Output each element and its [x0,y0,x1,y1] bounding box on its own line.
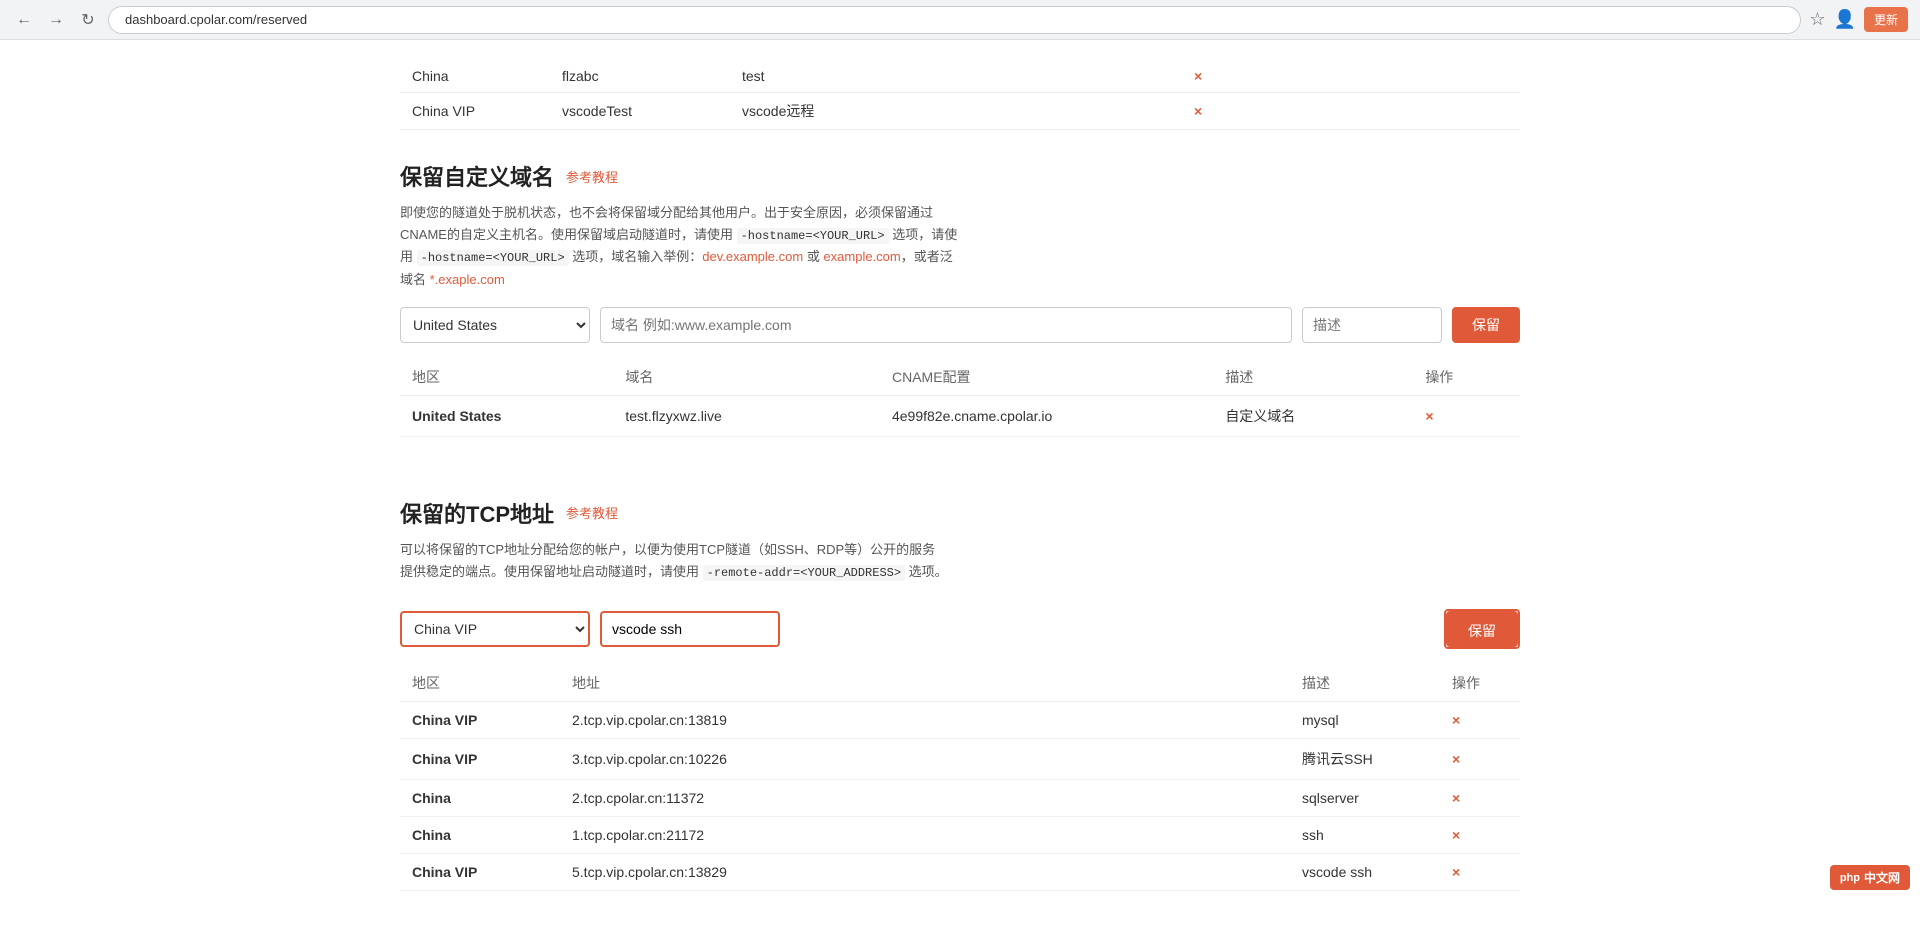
table-row: China flzabc test × [400,60,1520,93]
cell-address: 2.tcp.cpolar.cn:11372 [560,780,1290,817]
desc-input[interactable] [1302,307,1442,343]
tcp-form: China VIP China United States 保留 [400,609,1520,649]
browser-chrome: ← → ↻ dashboard.cpolar.com/reserved ☆ 👤 … [0,0,1920,40]
php-badge: php 中文网 [1830,865,1910,890]
tcp-ref-link[interactable]: 参考教程 [566,503,618,522]
delete-icon[interactable]: × [1425,408,1433,424]
cell-desc: sqlserver [1290,780,1440,817]
tcp-table: 地区 地址 描述 操作 China VIP 2.tcp.vip.cpolar.c… [400,665,1520,891]
cell-desc: test [730,60,930,93]
cell-desc: ssh [1290,817,1440,854]
cell-region: China VIP [400,93,550,130]
col-action-header: 操作 [1413,359,1520,396]
star-icon[interactable]: ☆ [1809,9,1825,30]
col-address-header: 地址 [560,665,1290,702]
region-select[interactable]: United States China China VIP [400,307,590,343]
table-row: China VIP vscodeTest vscode远程 × [400,93,1520,130]
cell-action [930,60,1182,93]
col-region-header: 地区 [400,359,613,396]
cell-desc: 腾讯云SSH [1290,739,1440,780]
tcp-desc-input[interactable] [600,611,780,647]
tcp-region-select[interactable]: China VIP China United States [400,611,590,647]
delete-icon[interactable]: × [1194,68,1202,84]
cell-action [930,93,1182,130]
cell-region: China VIP [400,739,560,780]
reload-button[interactable]: ↻ [76,8,100,32]
cell-region: China [400,780,560,817]
cell-region: United States [400,395,613,436]
table-row: China VIP 5.tcp.vip.cpolar.cn:13829 vsco… [400,854,1520,891]
domain-input[interactable] [600,307,1292,343]
cell-subdomain: vscodeTest [550,93,730,130]
delete-icon[interactable]: × [1452,751,1460,767]
delete-icon[interactable]: × [1452,712,1460,728]
cell-region: China VIP [400,854,560,891]
table-header-row: 地区 域名 CNAME配置 描述 操作 [400,359,1520,396]
php-badge-label: 中文网 [1864,869,1900,886]
delete-icon[interactable]: × [1452,864,1460,880]
cell-desc: vscode远程 [730,93,930,130]
col-region-header: 地区 [400,665,560,702]
cell-region: China [400,60,550,93]
custom-domain-table: 地区 域名 CNAME配置 描述 操作 United States test.f… [400,359,1520,437]
tcp-title: 保留的TCP地址 [400,497,554,529]
tcp-save-button[interactable]: 保留 [1446,611,1518,647]
custom-domain-desc: 即使您的隧道处于脱机状态，也不会将保留域分配给其他用户。出于安全原因，必须保留通… [400,202,1520,291]
delete-icon[interactable]: × [1452,790,1460,806]
cell-address: 2.tcp.vip.cpolar.cn:13819 [560,702,1290,739]
custom-domain-ref-link[interactable]: 参考教程 [566,167,618,186]
col-cname-header: CNAME配置 [880,359,1213,396]
table-row: China VIP 2.tcp.vip.cpolar.cn:13819 mysq… [400,702,1520,739]
cell-desc: mysql [1290,702,1440,739]
custom-domain-save-button[interactable]: 保留 [1452,307,1520,343]
col-desc-header: 描述 [1290,665,1440,702]
tcp-desc: 可以将保留的TCP地址分配给您的帐户，以便为使用TCP隧道（如SSH、RDP等）… [400,539,1520,583]
tcp-section-header: 保留的TCP地址 参考教程 [400,497,1520,529]
table-row: United States test.flzyxwz.live 4e99f82e… [400,395,1520,436]
col-domain-header: 域名 [613,359,880,396]
delete-icon[interactable]: × [1452,827,1460,843]
cell-cname: 4e99f82e.cname.cpolar.io [880,395,1213,436]
cell-region: China [400,817,560,854]
browser-actions: ☆ 👤 更新 [1809,7,1908,32]
custom-domain-title: 保留自定义域名 [400,160,554,192]
cell-region: China VIP [400,702,560,739]
cell-address: 5.tcp.vip.cpolar.cn:13829 [560,854,1290,891]
table-row: China VIP 3.tcp.vip.cpolar.cn:10226 腾讯云S… [400,739,1520,780]
tcp-save-btn-wrapper: 保留 [1444,609,1520,649]
cell-subdomain: flzabc [550,60,730,93]
forward-button[interactable]: → [44,8,68,32]
table-row: China 2.tcp.cpolar.cn:11372 sqlserver × [400,780,1520,817]
address-bar: dashboard.cpolar.com/reserved [108,6,1801,34]
cell-address: 3.tcp.vip.cpolar.cn:10226 [560,739,1290,780]
col-action-header: 操作 [1440,665,1520,702]
cell-domain: test.flzyxwz.live [613,395,880,436]
table-header-row: 地区 地址 描述 操作 [400,665,1520,702]
top-table: China flzabc test × China VIP vscodeTest… [400,60,1520,130]
custom-domain-header: 保留自定义域名 参考教程 [400,160,1520,192]
cell-desc: 自定义域名 [1213,395,1413,436]
profile-icon[interactable]: 👤 [1834,9,1856,30]
cell-address: 1.tcp.cpolar.cn:21172 [560,817,1290,854]
php-icon: php [1840,872,1860,884]
cell-desc: vscode ssh [1290,854,1440,891]
col-desc-header: 描述 [1213,359,1413,396]
back-button[interactable]: ← [12,8,36,32]
update-button[interactable]: 更新 [1864,7,1908,32]
custom-domain-form: United States China China VIP 保留 [400,307,1520,343]
page-content: China flzabc test × China VIP vscodeTest… [360,40,1560,931]
table-row: China 1.tcp.cpolar.cn:21172 ssh × [400,817,1520,854]
delete-icon[interactable]: × [1194,103,1202,119]
